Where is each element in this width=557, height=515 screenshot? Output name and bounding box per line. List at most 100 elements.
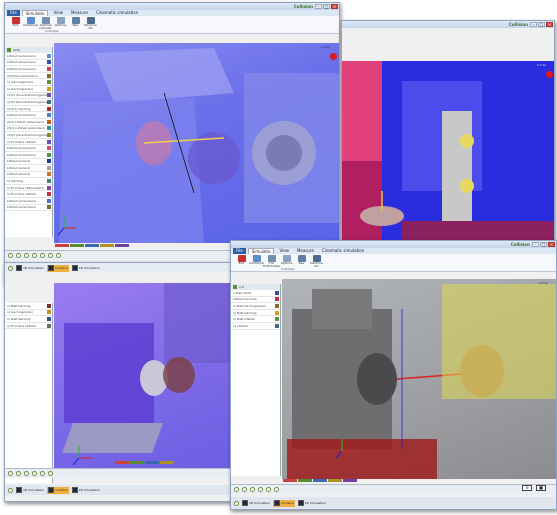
- list-item[interactable]: 1(3)d (face Prefoming(zolar)): [5, 99, 52, 106]
- list-item[interactable]: Lifshell (solac/zero): [5, 205, 52, 212]
- title-bar[interactable]: Collision – □ ×: [5, 3, 339, 10]
- maximize-icon[interactable]: □: [540, 242, 547, 247]
- tab-collision[interactable]: Collision: [47, 486, 69, 494]
- housing: [64, 323, 154, 423]
- list-item[interactable]: Lifshell (solac/zero): [5, 152, 52, 159]
- 3d-viewport[interactable]: 2.0 0s: [282, 279, 556, 479]
- additional-button[interactable]: Additional: [23, 16, 38, 32]
- title-bar[interactable]: Collision – □ ×: [342, 21, 554, 28]
- exit-button[interactable]: Exit: [234, 254, 249, 270]
- list-item-label: 1) Batt Gaching: [7, 303, 31, 308]
- list-item[interactable]: 1(3)d (face Prefoming(zolar)): [5, 132, 52, 139]
- list-item-label: Lifshell (solac/zero): [7, 198, 36, 203]
- pause-icon[interactable]: [242, 487, 247, 492]
- machine-bit-button[interactable]: Machine bit: [309, 254, 324, 270]
- status-seg: [145, 461, 159, 464]
- step-icon[interactable]: [24, 471, 29, 476]
- nav-button[interactable]: Nav: [68, 16, 83, 32]
- rewind-icon[interactable]: [32, 471, 37, 476]
- list-item[interactable]: 2Lifshell (solac/zero): [5, 73, 52, 80]
- play-icon[interactable]: [234, 487, 239, 492]
- list-item[interactable]: Lifshell (solac2): [5, 159, 52, 166]
- close-icon[interactable]: ×: [546, 22, 553, 27]
- list-item[interactable]: 1) End face Lifshell(zero): [5, 185, 52, 192]
- step-icon[interactable]: [250, 487, 255, 492]
- list-item[interactable]: 1) Batt Gaching: [5, 316, 52, 323]
- play-icon[interactable]: [8, 253, 13, 258]
- nav-button[interactable]: Nav: [294, 254, 309, 270]
- rewind-icon[interactable]: [32, 253, 37, 258]
- exit-button[interactable]: Exit: [8, 16, 23, 32]
- list-item[interactable]: Lifshell (solac/zero): [5, 145, 52, 152]
- tool-finder-button[interactable]: T-Gr TOOLfindler: [263, 254, 280, 270]
- play-icon[interactable]: [8, 471, 13, 476]
- list-item[interactable]: 1) End face Lifshell: [5, 139, 52, 146]
- step-icon[interactable]: [24, 253, 29, 258]
- tab-2d-simulation-2[interactable]: 2D Simulation: [71, 265, 101, 272]
- list-item[interactable]: Lifshell (around): [231, 297, 280, 304]
- machine-bit-button[interactable]: Machine bit: [83, 16, 98, 32]
- tab-2d-simulation-2[interactable]: 2D Simulation: [71, 487, 101, 494]
- list-item[interactable]: Lifshell (solac/zero): [5, 66, 52, 73]
- stop-icon[interactable]: [274, 487, 279, 492]
- nav-label: Nav: [72, 23, 79, 27]
- play-icon[interactable]: [234, 500, 239, 506]
- simulation-icon: [71, 487, 78, 493]
- play-icon[interactable]: [8, 265, 13, 271]
- list-item[interactable]: 1) Gaching(zolar): [5, 310, 52, 317]
- list-item[interactable]: 1) Gaching: [5, 178, 52, 185]
- maximize-icon[interactable]: □: [323, 4, 330, 9]
- tab-2d-simulation[interactable]: 2D Simulation: [15, 265, 45, 272]
- tab-2d-simulation[interactable]: 2D Simulation: [241, 500, 271, 507]
- list-item[interactable]: Lifshell (solac/zero): [5, 60, 52, 67]
- list-item[interactable]: Lifshell (solac/zero): [5, 112, 52, 119]
- list-item[interactable]: 1(7)(1) Gaching: [5, 106, 52, 113]
- play-icon[interactable]: [8, 487, 13, 493]
- tab-2d-simulation[interactable]: 2D Simulation: [15, 487, 45, 494]
- stop-icon[interactable]: ■: [536, 485, 546, 491]
- list-item[interactable]: 1) Batt Gaching(zolar): [231, 303, 280, 310]
- pause-icon[interactable]: [16, 471, 21, 476]
- stop-icon[interactable]: [48, 253, 53, 258]
- color-swatch-icon: [47, 60, 51, 65]
- list-item[interactable]: 1 Main Pode: [231, 290, 280, 297]
- maximize-icon[interactable]: □: [538, 22, 545, 27]
- tab-collision[interactable]: Collision: [47, 264, 69, 272]
- title-bar[interactable]: Collision – □ ×: [231, 241, 556, 248]
- rewind-icon[interactable]: [258, 487, 263, 492]
- list-item[interactable]: 1) Batt Gaching: [231, 310, 280, 317]
- forward-icon[interactable]: [266, 487, 271, 492]
- list-item[interactable]: Lifshell (solac/zero): [5, 198, 52, 205]
- minimize-icon[interactable]: –: [530, 22, 537, 27]
- list-item[interactable]: 1) End face Lifshell: [5, 323, 52, 330]
- list-item[interactable]: Lifshell (solac/zero): [5, 53, 52, 60]
- forward-icon[interactable]: [40, 471, 45, 476]
- close-icon[interactable]: ×: [331, 4, 338, 9]
- list-item[interactable]: 1) Gaching(zolar): [5, 86, 52, 93]
- color-swatch-icon: [47, 126, 51, 131]
- list-item[interactable]: 1) Batt Lifshell: [231, 316, 280, 323]
- list-item[interactable]: 1(3)d (face Prefoming(zolar)): [5, 93, 52, 100]
- repeat-icon[interactable]: [56, 253, 61, 258]
- close-icon[interactable]: ×: [548, 242, 555, 247]
- list-item[interactable]: 1) Gaching(zolar): [5, 79, 52, 86]
- list-item[interactable]: 1) End face Lifshell: [5, 191, 52, 199]
- stop-icon[interactable]: [48, 471, 53, 476]
- list-item[interactable]: (6(1) Lifshell (solac/zero): [5, 119, 52, 126]
- list-item[interactable]: (3)(1) Lifshell (solac/zero): [5, 126, 52, 133]
- list-item[interactable]: 1) Lifshell: [231, 323, 280, 330]
- list-item[interactable]: Lifshell (solac2): [5, 172, 52, 179]
- 3d-viewport[interactable]: [54, 283, 235, 475]
- 3d-viewport[interactable]: 2.0 0s: [342, 61, 554, 244]
- turret-housing: [442, 284, 556, 399]
- pause-icon[interactable]: [16, 253, 21, 258]
- list-item[interactable]: Lifshell (solac2): [5, 165, 52, 172]
- 3d-viewport[interactable]: 2.0 0s: [54, 43, 339, 243]
- minimize-icon[interactable]: –: [532, 242, 539, 247]
- forward-icon[interactable]: [40, 253, 45, 258]
- tab-2d-simulation-2[interactable]: 2D Simulation: [297, 500, 327, 507]
- tab-collision[interactable]: Collision: [273, 499, 295, 507]
- minimize-icon[interactable]: –: [315, 4, 322, 9]
- list-item[interactable]: 1) Batt Gaching: [5, 303, 52, 310]
- speed-gauge-icon[interactable]: ⊖: [522, 485, 532, 491]
